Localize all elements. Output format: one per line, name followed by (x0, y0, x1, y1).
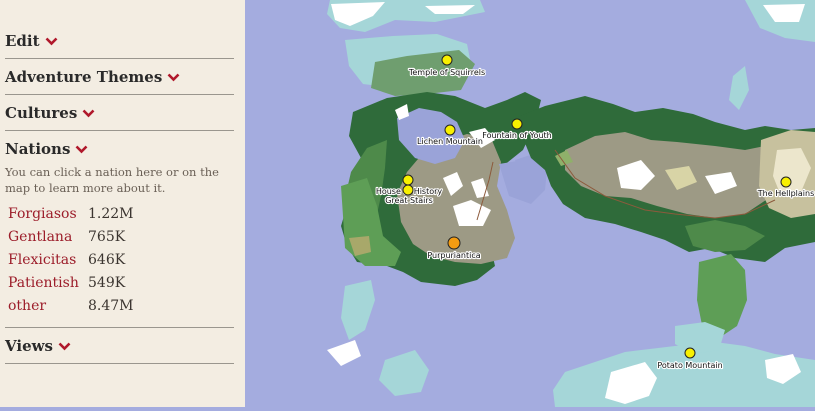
chevron-down-icon (58, 342, 71, 350)
nation-item-gentlana[interactable]: Gentlana 765K (8, 229, 168, 249)
chevron-down-icon (167, 73, 180, 81)
house-marker-icon[interactable] (402, 174, 414, 186)
purpuriantica-marker-icon[interactable] (447, 236, 461, 250)
section-adventure-themes-label: Adventure Themes (5, 68, 163, 86)
fountain-label: Fountain of Youth (482, 131, 551, 140)
temple-marker-icon[interactable] (441, 54, 453, 66)
nation-population: 646K (88, 252, 126, 268)
section-edit[interactable]: Edit (5, 31, 234, 51)
nation-item-patientish[interactable]: Patientish 549K (8, 275, 168, 295)
purpuriantica-label: Purpuriantica (427, 251, 480, 260)
section-nations-label: Nations (5, 140, 71, 158)
nation-name: Patientish (8, 275, 79, 291)
potato-label: Potato Mountain (657, 361, 722, 370)
sidebar: Edit Adventure Themes Cultures Nations Y… (0, 0, 245, 407)
world-map[interactable]: Temple of Squirrels Lichen Mountain Foun… (245, 0, 815, 407)
nation-name: Gentlana (8, 229, 73, 245)
nation-name: Flexicitas (8, 252, 77, 268)
chevron-down-icon (82, 109, 95, 117)
nations-help-text: You can click a nation here or on the ma… (5, 165, 219, 195)
hellplains-marker-icon[interactable] (780, 176, 792, 188)
divider (5, 130, 234, 131)
section-cultures[interactable]: Cultures (5, 103, 234, 123)
nation-population: 765K (88, 229, 126, 245)
nation-population: 8.47M (88, 298, 134, 314)
world-map-canvas[interactable]: Temple of Squirrels Lichen Mountain Foun… (245, 0, 815, 407)
chevron-down-icon (45, 37, 57, 45)
section-edit-label: Edit (5, 32, 40, 50)
section-views[interactable]: Views (5, 336, 234, 356)
divider (5, 327, 234, 328)
nation-population: 1.22M (88, 206, 134, 222)
divider (5, 363, 234, 364)
stairs-label: Great Stairs (385, 196, 433, 205)
section-adventure-themes[interactable]: Adventure Themes (5, 67, 234, 87)
lichen-marker-icon[interactable] (444, 124, 456, 136)
nation-name: Forgiasos (8, 206, 77, 222)
section-views-label: Views (5, 337, 53, 355)
nation-item-flexicitas[interactable]: Flexicitas 646K (8, 252, 168, 272)
nation-population: 549K (88, 275, 126, 291)
nation-item-forgiasos[interactable]: Forgiasos 1.22M (8, 206, 168, 226)
hellplains-label: The Hellplains (757, 189, 814, 198)
chevron-down-icon (76, 145, 88, 153)
stairs-marker-icon[interactable] (402, 184, 414, 196)
section-nations[interactable]: Nations (5, 139, 234, 159)
section-cultures-label: Cultures (5, 104, 78, 122)
lichen-label: Lichen Mountain (417, 137, 483, 146)
nation-item-other[interactable]: other 8.47M (8, 298, 168, 318)
nation-name: other (8, 298, 47, 314)
fountain-marker-icon[interactable] (511, 118, 523, 130)
temple-label: Temple of Squirrels (408, 68, 485, 77)
divider (5, 94, 234, 95)
divider (5, 58, 234, 59)
potato-marker-icon[interactable] (684, 347, 696, 359)
